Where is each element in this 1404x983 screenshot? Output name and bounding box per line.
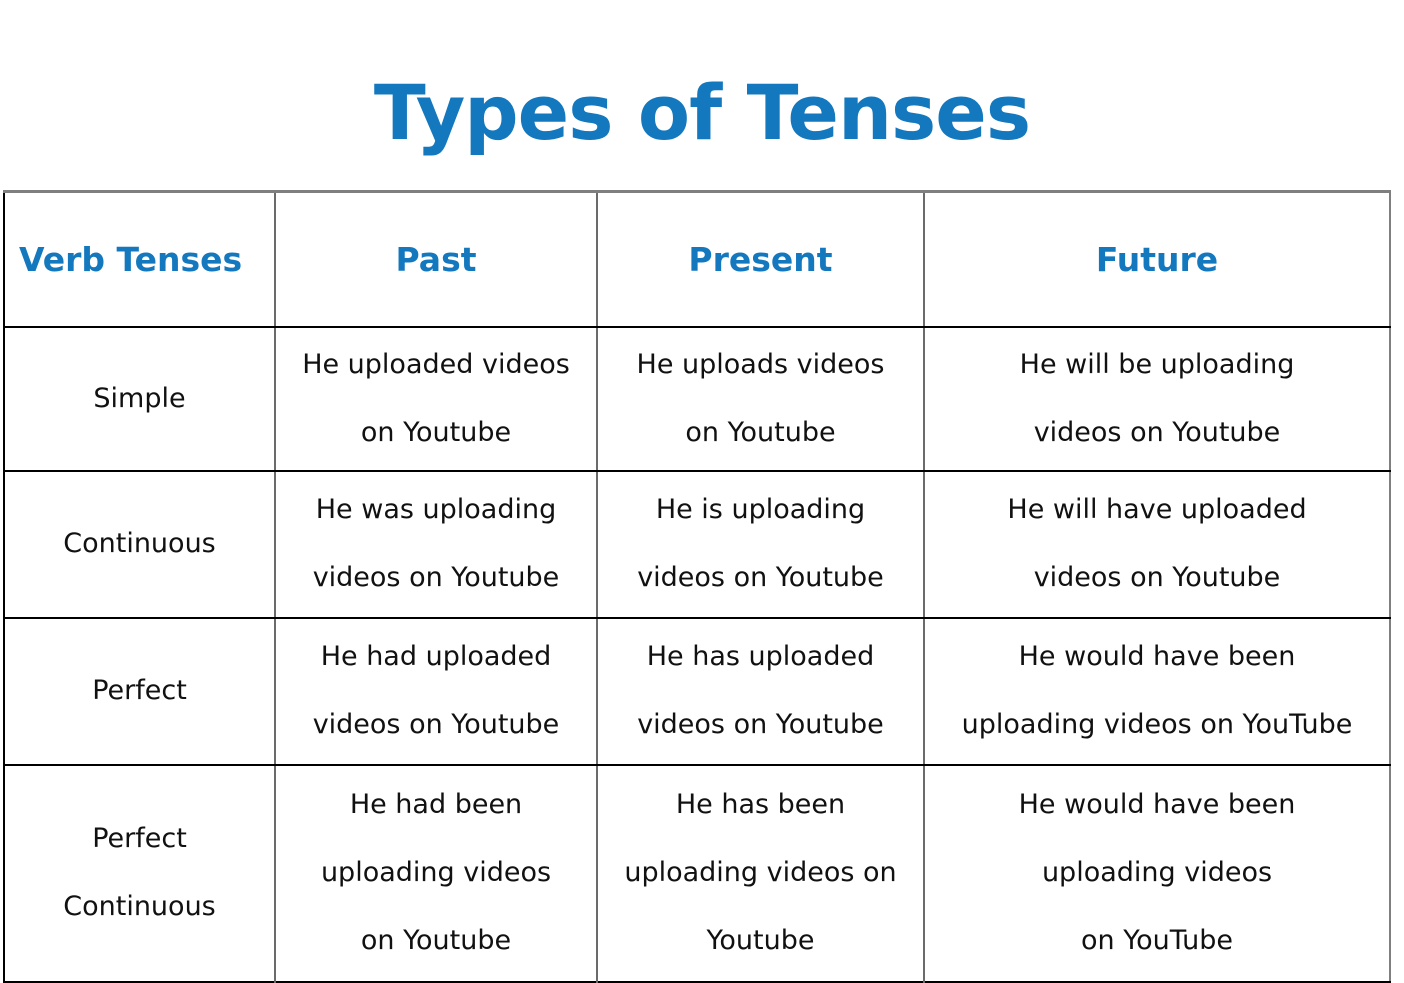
page-title: Types of Tenses <box>373 67 1031 157</box>
cell-line: He has uploaded <box>646 641 875 673</box>
cell-simple-present: He uploads videos on Youtube <box>597 326 925 472</box>
cell-simple-past: He uploaded videos on Youtube <box>275 326 598 472</box>
column-header-past: Past <box>275 191 598 328</box>
tenses-table: Verb Tenses Past Present Future Simple H… <box>3 189 1391 983</box>
cell-perfect-continuous-present: He has been uploading videos on Youtube <box>597 764 925 982</box>
row-label-line: Perfect <box>92 823 187 855</box>
cell-line: videos on Youtube <box>312 562 560 594</box>
cell-line: He is uploading <box>655 494 866 526</box>
cell-line: on Youtube <box>360 925 512 957</box>
cell-line: He had been <box>349 789 523 821</box>
cell-continuous-future: He will have uploaded videos on Youtube <box>924 470 1390 619</box>
table-header-row: Verb Tenses Past Present Future <box>4 191 1390 328</box>
cell-line: videos on Youtube <box>1033 562 1281 594</box>
cell-line: videos on Youtube <box>1033 416 1281 448</box>
cell-line: He has been <box>675 789 846 821</box>
cell-line: uploading videos <box>320 857 552 889</box>
row-label-simple: Simple <box>4 326 276 472</box>
table-row: Continuous He was uploading videos on Yo… <box>4 470 1390 619</box>
cell-simple-future: He will be uploading videos on Youtube <box>924 326 1390 472</box>
cell-line: He will be uploading <box>1019 348 1295 380</box>
cell-line: uploading videos on YouTube <box>961 709 1353 741</box>
row-label-perfect-continuous: Perfect Continuous <box>4 764 276 982</box>
table-row: Perfect Continuous He had been uploading… <box>4 764 1390 982</box>
column-header-future: Future <box>924 191 1390 328</box>
column-header-verb-tenses: Verb Tenses <box>4 191 276 328</box>
cell-perfect-future: He would have been uploading videos on Y… <box>924 617 1390 766</box>
cell-line: He would have been <box>1018 789 1296 821</box>
cell-line: He will have uploaded <box>1007 494 1307 526</box>
row-label-line: Perfect <box>92 675 187 707</box>
cell-line: on Youtube <box>685 416 836 448</box>
row-label-continuous: Continuous <box>4 470 276 619</box>
cell-perfect-present: He has uploaded videos on Youtube <box>597 617 925 766</box>
cell-perfect-continuous-future: He would have been uploading videos on Y… <box>924 765 1390 982</box>
column-header-present: Present <box>597 191 925 328</box>
cell-line: uploading videos <box>1041 857 1273 889</box>
cell-line: videos on Youtube <box>637 562 884 594</box>
cell-line: on YouTube <box>1080 925 1233 957</box>
cell-continuous-present: He is uploading videos on Youtube <box>597 470 925 619</box>
table-row: Simple He uploaded videos on Youtube He … <box>4 326 1390 472</box>
cell-perfect-past: He had uploaded videos on Youtube <box>275 617 598 766</box>
cell-line: videos on Youtube <box>312 709 560 741</box>
cell-line: videos on Youtube <box>637 709 884 741</box>
cell-line: He would have been <box>1018 641 1296 673</box>
cell-line: He was uploading <box>315 494 557 526</box>
cell-continuous-past: He was uploading videos on Youtube <box>275 470 598 619</box>
row-label-line: Simple <box>93 382 186 414</box>
cell-line: He had uploaded <box>320 641 552 673</box>
cell-line: on Youtube <box>360 416 512 448</box>
row-label-perfect: Perfect <box>4 617 276 766</box>
row-label-line: Continuous <box>63 891 216 923</box>
cell-line: He uploads videos <box>636 348 885 380</box>
tenses-table-container: Verb Tenses Past Present Future Simple H… <box>3 189 1391 983</box>
cell-line: He uploaded videos <box>302 348 570 380</box>
row-label-line: Continuous <box>63 528 216 560</box>
cell-line: uploading videos on <box>624 857 897 889</box>
cell-line: Youtube <box>706 925 815 957</box>
cell-perfect-continuous-past: He had been uploading videos on Youtube <box>275 764 598 982</box>
page-root: Types of Tenses Verb Tenses Past Present… <box>0 51 1404 983</box>
table-row: Perfect He had uploaded videos on Youtub… <box>4 617 1390 766</box>
